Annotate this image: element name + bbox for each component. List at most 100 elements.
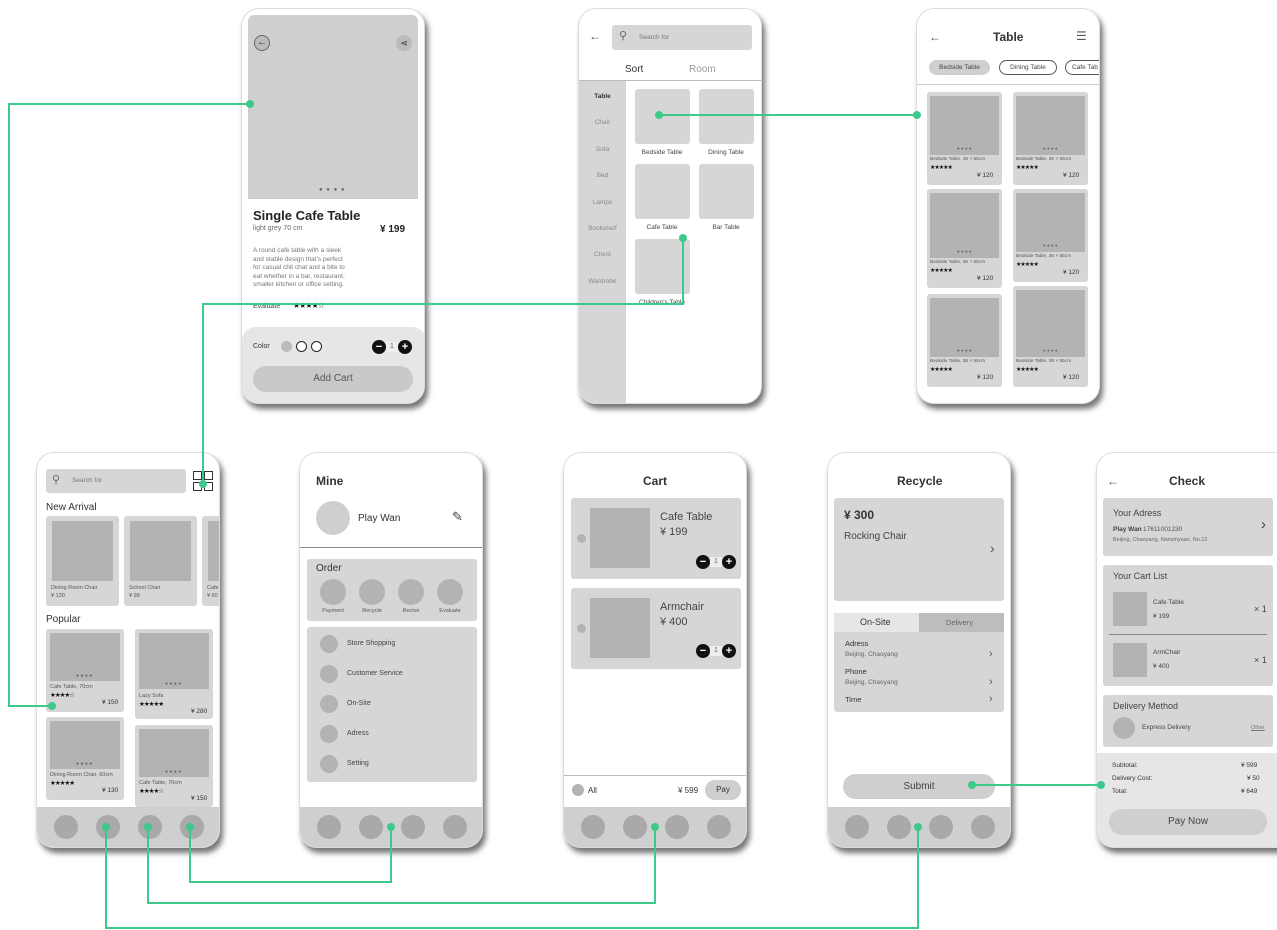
recycle-item-card[interactable]: ¥ 300 Rocking Chair › bbox=[834, 498, 1004, 601]
product-card[interactable]: ● ● ● ● Bedside Table, 36 × 55cm ★★★★★ ¥… bbox=[1013, 286, 1088, 387]
menu-item[interactable]: On-Site bbox=[347, 700, 371, 707]
category-bookshelf[interactable]: Bookshelf bbox=[579, 225, 626, 251]
item-image-bar-table[interactable] bbox=[699, 164, 754, 219]
search-input[interactable] bbox=[612, 25, 752, 50]
nav-home-button[interactable] bbox=[845, 815, 869, 839]
category-sofa[interactable]: Sofa bbox=[579, 146, 626, 172]
arrival-card[interactable]: School Chair ¥ 99 bbox=[124, 516, 197, 606]
nav-cart-button[interactable] bbox=[138, 815, 162, 839]
nav-home-button[interactable] bbox=[581, 815, 605, 839]
product-card[interactable]: ● ● ● ● Bedside Table, 36 × 55cm ★★★★★ ¥… bbox=[927, 189, 1002, 288]
delivery-cost-label: Delivery Cost: bbox=[1112, 775, 1153, 782]
filter-chip-cafe-table[interactable]: Cafe Tab bbox=[1065, 60, 1099, 75]
nav-sort-button[interactable] bbox=[96, 815, 120, 839]
nav-sort-button[interactable] bbox=[887, 815, 911, 839]
order-payment-icon[interactable] bbox=[320, 579, 346, 605]
delivery-other-link[interactable]: Other bbox=[1251, 725, 1265, 731]
popular-card[interactable]: ● ● ● ● Cafe Table, 70cm ★★★★☆ ¥ 150 bbox=[135, 725, 213, 807]
arrival-card[interactable]: Cafe ¥ 60 bbox=[202, 516, 219, 606]
nav-sort-button[interactable] bbox=[623, 815, 647, 839]
minus-icon[interactable]: − bbox=[372, 340, 386, 354]
arrival-name: School Chair bbox=[129, 585, 161, 591]
tab-sort[interactable]: Sort bbox=[625, 64, 643, 75]
pay-button[interactable]: Pay bbox=[705, 780, 741, 800]
menu-item[interactable]: Store Shopping bbox=[347, 640, 395, 647]
nav-mine-button[interactable] bbox=[180, 815, 204, 839]
category-chest[interactable]: Chest bbox=[579, 251, 626, 277]
product-card[interactable]: ● ● ● ● Bedside Table, 36 × 55cm ★★★★★ ¥… bbox=[1013, 92, 1088, 185]
quantity-stepper[interactable]: − 1 + bbox=[372, 340, 412, 354]
menu-item[interactable]: Customer Service bbox=[347, 670, 403, 677]
filter-chip-bedside-table[interactable]: Bedside Table bbox=[929, 60, 990, 75]
plus-icon[interactable]: + bbox=[722, 644, 736, 658]
category-bed[interactable]: Bed bbox=[579, 172, 626, 198]
nav-mine-button[interactable] bbox=[443, 815, 467, 839]
order-recive-icon[interactable] bbox=[398, 579, 424, 605]
product-card[interactable]: ● ● ● ● Bedside Table, 36 × 55cm ★★★★★ ¥… bbox=[1013, 189, 1088, 282]
quantity-stepper[interactable]: − 1 + bbox=[696, 644, 736, 658]
address-card[interactable]: Your Adress Play Wan 17611001230 Beijing… bbox=[1103, 498, 1273, 556]
nav-mine-button[interactable] bbox=[707, 815, 731, 839]
category-table[interactable]: Table bbox=[579, 93, 626, 119]
grid-menu-icon[interactable] bbox=[193, 471, 213, 491]
submit-button[interactable]: Submit bbox=[843, 774, 995, 799]
item-image-bedside-table[interactable] bbox=[635, 89, 690, 144]
avatar[interactable] bbox=[316, 501, 350, 535]
back-icon[interactable]: ← bbox=[929, 30, 941, 44]
popular-card[interactable]: ● ● ● ● Cafe Table, 70cm ★★★★☆ ¥ 150 bbox=[46, 629, 124, 712]
popular-card[interactable]: ● ● ● ● Lazy Sofa ★★★★★ ¥ 280 bbox=[135, 629, 213, 719]
item-image-childrens-table[interactable] bbox=[635, 239, 690, 294]
cart-item[interactable]: Armchair ¥ 400 − 1 + bbox=[571, 588, 741, 669]
plus-icon[interactable]: + bbox=[722, 555, 736, 569]
color-swatch-white[interactable] bbox=[311, 341, 322, 352]
menu-item[interactable]: Setting bbox=[347, 760, 369, 767]
minus-icon[interactable]: − bbox=[696, 644, 710, 658]
nav-cart-button[interactable] bbox=[929, 815, 953, 839]
select-all-checkbox[interactable] bbox=[572, 784, 584, 796]
chevron-right-icon[interactable]: › bbox=[989, 693, 993, 705]
category-wardrobe[interactable]: Wardrobe bbox=[579, 278, 626, 304]
quantity-stepper[interactable]: − 1 + bbox=[696, 555, 736, 569]
filter-chip-dining-table[interactable]: Dining Table bbox=[999, 60, 1057, 75]
arrival-card[interactable]: Dining Room Chair ¥ 130 bbox=[46, 516, 119, 606]
pay-now-button[interactable]: Pay Now bbox=[1109, 809, 1267, 835]
nav-sort-button[interactable] bbox=[359, 815, 383, 839]
product-card[interactable]: ● ● ● ● Bedside Table, 36 × 55cm ★★★★★ ¥… bbox=[927, 294, 1002, 387]
order-evaluate-icon[interactable] bbox=[437, 579, 463, 605]
nav-home-button[interactable] bbox=[317, 815, 341, 839]
menu-item[interactable]: Adress bbox=[347, 730, 369, 737]
cart-item[interactable]: Cafe Table ¥ 199 − 1 + bbox=[571, 498, 741, 579]
item-image-dining-table[interactable] bbox=[699, 89, 754, 144]
nav-cart-button[interactable] bbox=[401, 815, 425, 839]
popular-card[interactable]: ● ● ● ● Dining Room Chair, 60cm ★★★★★ ¥ … bbox=[46, 717, 124, 800]
plus-icon[interactable]: + bbox=[398, 340, 412, 354]
delivery-option-radio[interactable] bbox=[1113, 717, 1135, 739]
minus-icon[interactable]: − bbox=[696, 555, 710, 569]
category-chair[interactable]: Chair bbox=[579, 119, 626, 145]
back-icon[interactable]: ← bbox=[254, 35, 270, 51]
nav-mine-button[interactable] bbox=[971, 815, 995, 839]
nav-home-button[interactable] bbox=[54, 815, 78, 839]
nav-cart-button[interactable] bbox=[665, 815, 689, 839]
item-image-cafe-table[interactable] bbox=[635, 164, 690, 219]
chevron-right-icon[interactable]: › bbox=[989, 648, 993, 660]
select-checkbox[interactable] bbox=[577, 534, 586, 543]
color-swatch-grey[interactable] bbox=[281, 341, 292, 352]
chevron-right-icon[interactable]: › bbox=[989, 676, 993, 688]
tab-delivery[interactable]: Delivery bbox=[946, 618, 973, 627]
back-icon[interactable]: ← bbox=[589, 29, 601, 43]
phone-value: Beijing, Chaoyang bbox=[845, 679, 898, 686]
share-icon[interactable]: ⋖ bbox=[396, 35, 412, 51]
filter-icon[interactable]: ☰ bbox=[1076, 29, 1087, 43]
search-input[interactable] bbox=[46, 469, 186, 493]
add-cart-button[interactable]: Add Cart bbox=[253, 366, 413, 392]
edit-icon[interactable]: ✎ bbox=[452, 509, 463, 525]
back-icon[interactable]: ← bbox=[1107, 474, 1119, 488]
product-card[interactable]: ● ● ● ● Bedside Table, 36 × 55cm ★★★★★ ¥… bbox=[927, 92, 1002, 185]
color-swatch-white[interactable] bbox=[296, 341, 307, 352]
select-checkbox[interactable] bbox=[577, 624, 586, 633]
category-lamps[interactable]: Lamps bbox=[579, 199, 626, 225]
tab-onsite[interactable]: On-Site bbox=[860, 617, 891, 627]
order-recycle-icon[interactable] bbox=[359, 579, 385, 605]
tab-room[interactable]: Room bbox=[689, 64, 716, 75]
